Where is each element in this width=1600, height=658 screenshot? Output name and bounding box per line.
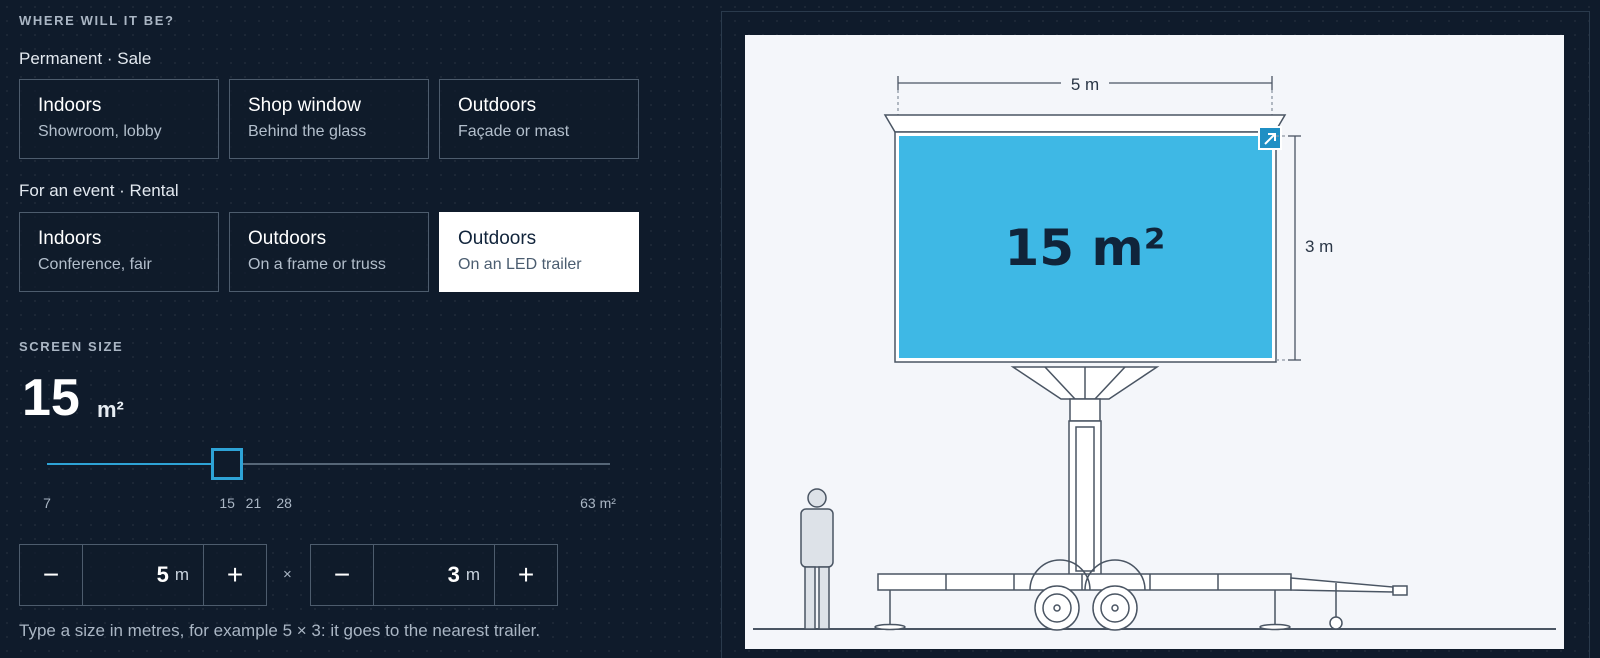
option-title: Shop window [248, 95, 362, 116]
person-figure [800, 488, 834, 630]
option-subtitle: Façade or mast [458, 123, 570, 140]
size-slider-fill [47, 463, 228, 465]
option-permanent-outdoors[interactable]: Outdoors Façade or mast [439, 79, 639, 159]
height-stepper: − 3 m + [310, 544, 558, 606]
trailer-illustration: 5 m 15 m² 3 m [753, 75, 1556, 631]
led-trailer [874, 559, 1408, 631]
size-hint: Type a size in metres, for example 5 × 3… [19, 621, 541, 640]
slider-tick-label: 63 m² [580, 495, 616, 511]
option-title: Outdoors [458, 95, 537, 116]
option-title: Indoors [38, 228, 102, 249]
size-unit: m² [97, 397, 124, 422]
height-value: 3 [447, 562, 460, 587]
expand-arrow-icon[interactable] [1258, 126, 1282, 150]
width-stepper: − 5 m + [19, 544, 267, 606]
height-unit: m [465, 565, 480, 584]
option-subtitle: Behind the glass [248, 123, 367, 140]
preview-panel: 5 m 15 m² 3 m [745, 35, 1564, 649]
mast [1068, 398, 1102, 578]
size-slider-thumb[interactable] [211, 448, 244, 480]
height-dimension-label: 3 m [1305, 237, 1333, 256]
event-group-label: For an event · Rental [19, 181, 179, 200]
option-title: Outdoors [248, 228, 327, 249]
size-value: 15 [22, 369, 80, 427]
slider-tick-label: 15 [219, 495, 235, 511]
screen-area-label: 15 m² [1005, 219, 1166, 277]
option-event-outdoors-frame[interactable]: Outdoors On a frame or truss [229, 212, 429, 292]
times-sign: × [283, 566, 292, 583]
width-field[interactable]: 5 m [83, 545, 203, 605]
location-heading: WHERE WILL IT BE? [19, 13, 175, 28]
option-subtitle: Showroom, lobby [38, 123, 162, 140]
option-subtitle: On an LED trailer [458, 256, 582, 273]
option-subtitle: Conference, fair [38, 256, 152, 273]
option-subtitle: On a frame or truss [248, 256, 386, 273]
size-heading: SCREEN SIZE [19, 339, 124, 354]
width-value: 5 [156, 562, 169, 587]
screen-bracket [1010, 366, 1160, 400]
screen-top-cap [883, 114, 1287, 133]
height-dimension [1276, 135, 1301, 361]
option-event-outdoors-trailer[interactable]: Outdoors On an LED trailer [439, 212, 639, 292]
height-decrement-button[interactable]: − [311, 545, 374, 605]
width-decrement-button[interactable]: − [20, 545, 83, 605]
slider-tick-label: 7 [43, 495, 51, 511]
width-dimension-label: 5 m [1071, 75, 1099, 94]
width-increment-button[interactable]: + [203, 545, 266, 605]
option-title: Outdoors [458, 228, 537, 249]
option-permanent-indoors[interactable]: Indoors Showroom, lobby [19, 79, 219, 159]
size-slider-track[interactable] [47, 448, 610, 480]
option-title: Indoors [38, 95, 102, 116]
slider-tick-label: 21 [245, 495, 262, 511]
permanent-group-label: Permanent · Sale [19, 49, 152, 68]
height-increment-button[interactable]: + [494, 545, 557, 605]
slider-tick-label: 28 [276, 495, 292, 511]
height-field[interactable]: 3 m [374, 545, 494, 605]
width-unit: m [174, 565, 189, 584]
option-permanent-shop-window[interactable]: Shop window Behind the glass [229, 79, 429, 159]
option-event-indoors[interactable]: Indoors Conference, fair [19, 212, 219, 292]
